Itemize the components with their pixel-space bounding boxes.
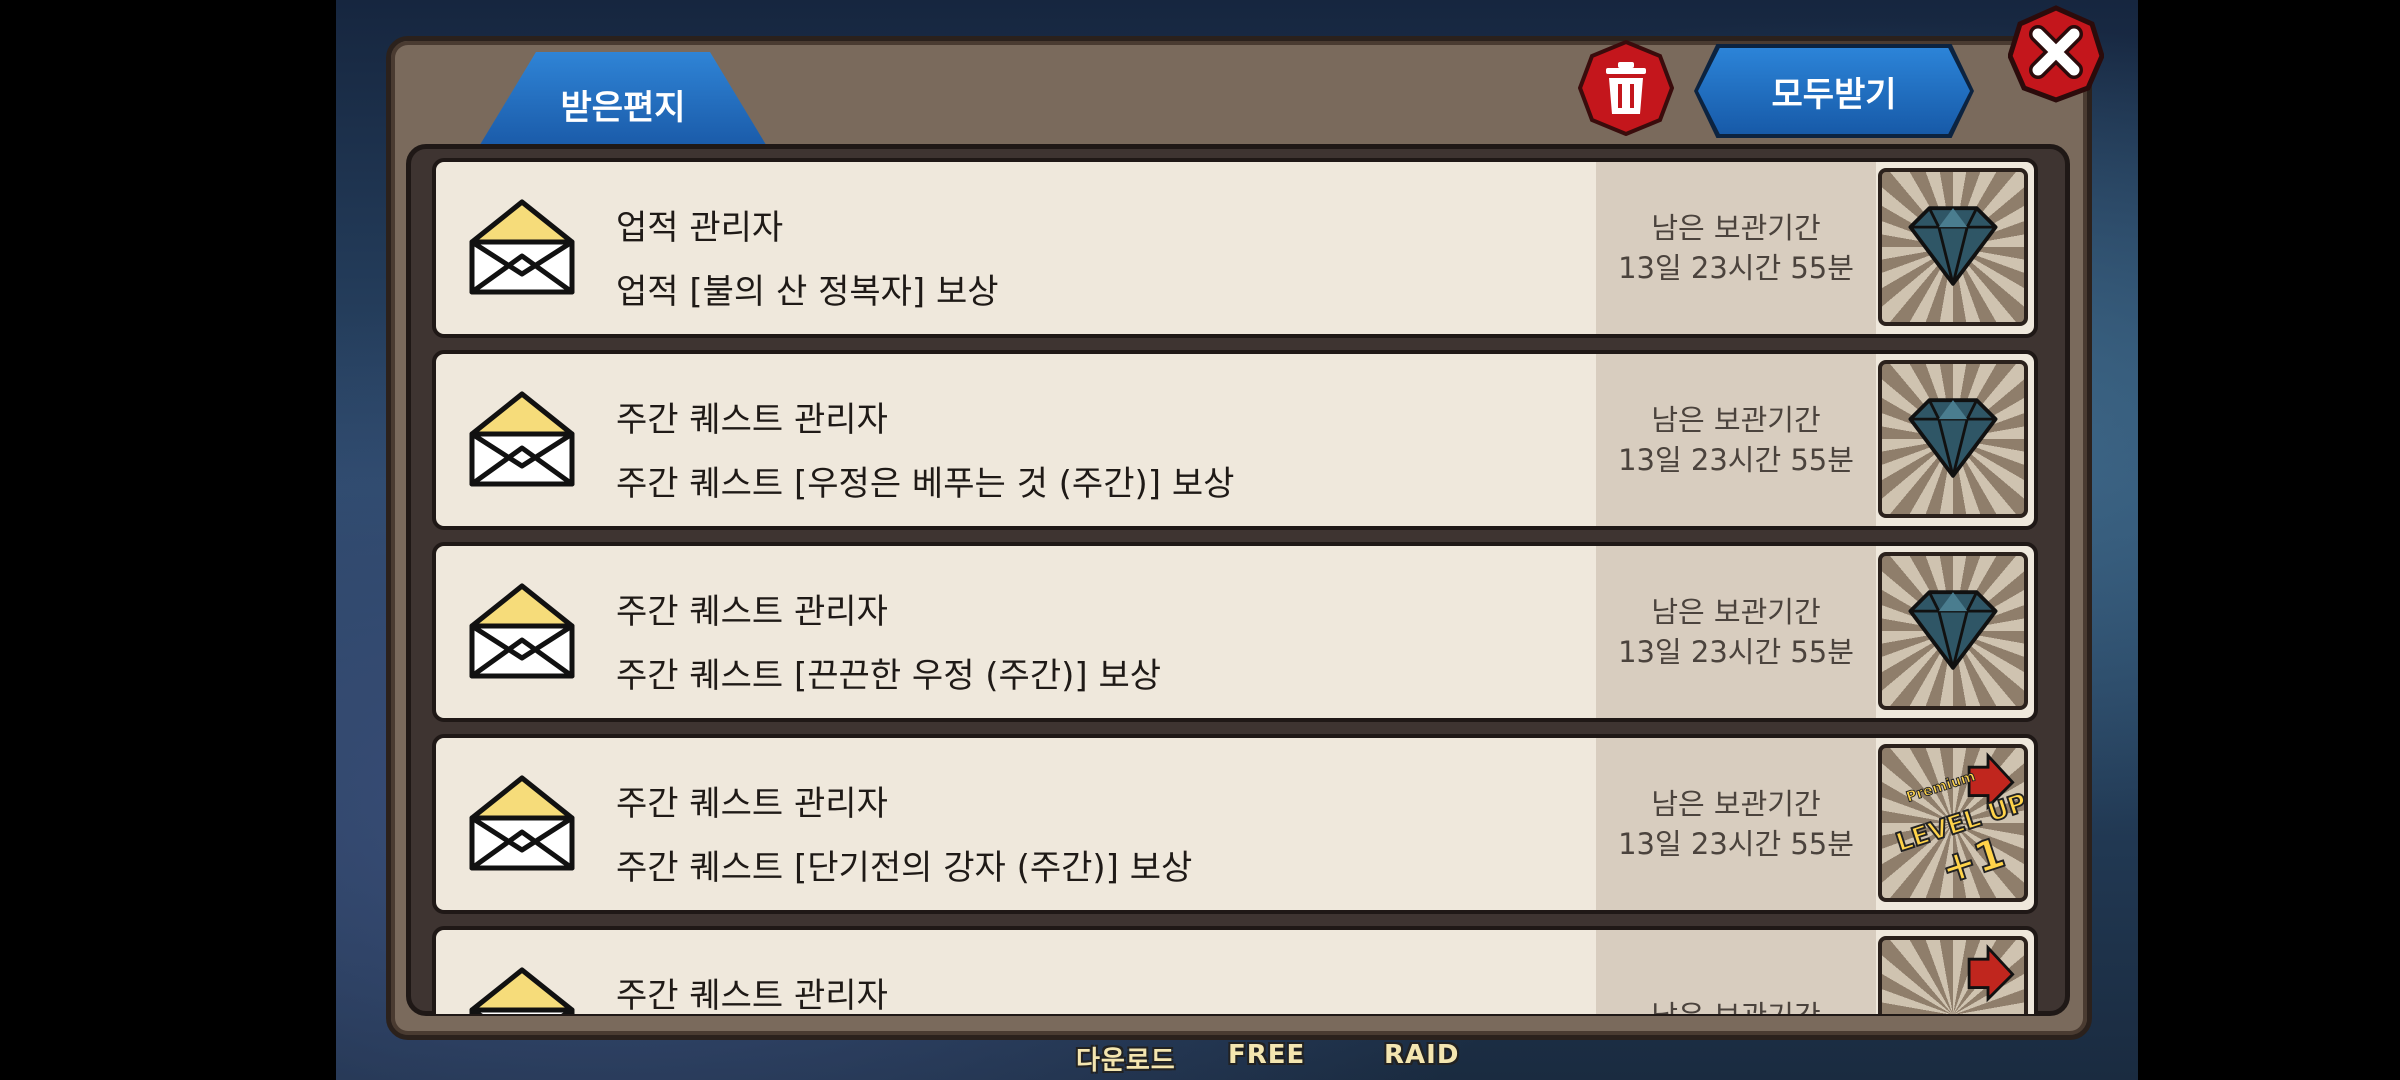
expiry-label: 남은 보관기간	[1651, 211, 1821, 245]
trash-icon	[1606, 62, 1646, 114]
mail-subject: 업적 [불의 산 정복자] 보상	[616, 272, 999, 312]
reward-slot[interactable]: Premium LEVEL UP +1	[1878, 744, 2028, 902]
envelope-icon	[469, 583, 575, 679]
expiry-label: 남은 보관기간	[1651, 787, 1821, 821]
envelope-icon	[469, 967, 575, 1014]
receive-all-button[interactable]: 모두받기	[1698, 48, 1970, 134]
diamond-icon	[1908, 590, 1998, 670]
mail-row[interactable]: 주간 퀘스트 관리자 남은 보관기간	[432, 926, 2038, 1014]
mail-row[interactable]: 주간 퀘스트 관리자 주간 퀘스트 [끈끈한 우정 (주간)] 보상 남은 보관…	[432, 542, 2038, 722]
mail-sender: 주간 퀘스트 관리자	[616, 592, 888, 632]
reward-slot[interactable]	[1878, 168, 2028, 326]
expiry-label: 남은 보관기간	[1651, 403, 1821, 437]
diamond-icon	[1908, 398, 1998, 478]
close-button[interactable]	[2008, 4, 2104, 104]
mail-row[interactable]: 주간 퀘스트 관리자 주간 퀘스트 [우정은 베푸는 것 (주간)] 보상 남은…	[432, 350, 2038, 530]
mail-subject: 주간 퀘스트 [우정은 베푸는 것 (주간)] 보상	[616, 464, 1235, 504]
delete-button[interactable]	[1578, 40, 1674, 136]
expiry-box: 남은 보관기간 13일 23시간 55분	[1596, 162, 1876, 334]
expiry-box: 남은 보관기간 13일 23시간 55분	[1596, 354, 1876, 526]
mail-row[interactable]: 업적 관리자 업적 [불의 산 정복자] 보상 남은 보관기간 13일 23시간…	[432, 158, 2038, 338]
game-bottom-labels: 다운로드 FREE RAID	[0, 1040, 2400, 1076]
reward-slot[interactable]	[1878, 552, 2028, 710]
expiry-time: 13일 23시간 55분	[1618, 443, 1854, 477]
expiry-label: 남은 보관기간	[1651, 996, 1820, 1014]
expiry-time: 13일 23시간 55분	[1618, 251, 1854, 285]
level-up-premium-text: Premium	[1904, 768, 1977, 805]
expiry-box: 남은 보관기간 13일 23시간 55분	[1596, 738, 1876, 910]
level-up-ticket-icon	[1967, 944, 2015, 1003]
level-up-ticket-icon: Premium LEVEL UP +1	[1892, 752, 2024, 895]
mail-subject: 주간 퀘스트 [단기전의 강자 (주간)] 보상	[616, 848, 1193, 888]
expiry-box: 남은 보관기간 13일 23시간 55분	[1596, 546, 1876, 718]
mail-row[interactable]: 주간 퀘스트 관리자 주간 퀘스트 [단기전의 강자 (주간)] 보상 남은 보…	[432, 734, 2038, 914]
envelope-icon	[469, 199, 575, 295]
mail-sender: 주간 퀘스트 관리자	[616, 976, 888, 1014]
download-label: 다운로드	[1076, 1046, 1176, 1076]
mail-sender: 업적 관리자	[616, 208, 784, 248]
reward-slot[interactable]	[1878, 360, 2028, 518]
receive-all-label: 모두받기	[1771, 74, 1897, 115]
mail-subject: 주간 퀘스트 [끈끈한 우정 (주간)] 보상	[616, 656, 1162, 696]
diamond-icon	[1908, 206, 1998, 286]
reward-slot[interactable]	[1878, 936, 2028, 1014]
expiry-time: 13일 23시간 55분	[1618, 827, 1854, 861]
expiry-box: 남은 보관기간	[1596, 930, 1876, 1014]
envelope-icon	[469, 775, 575, 871]
envelope-icon	[469, 391, 575, 487]
expiry-label: 남은 보관기간	[1651, 595, 1821, 629]
close-icon	[2029, 25, 2083, 79]
mail-list[interactable]: 업적 관리자 업적 [불의 산 정복자] 보상 남은 보관기간 13일 23시간…	[432, 158, 2038, 1014]
expiry-time: 13일 23시간 55분	[1618, 635, 1854, 669]
mail-sender: 주간 퀘스트 관리자	[616, 400, 888, 440]
free-label: FREE	[1228, 1040, 1306, 1070]
mail-sender: 주간 퀘스트 관리자	[616, 784, 888, 824]
tab-inbox-label: 받은편지	[560, 87, 686, 128]
raid-label: RAID	[1384, 1040, 1460, 1070]
